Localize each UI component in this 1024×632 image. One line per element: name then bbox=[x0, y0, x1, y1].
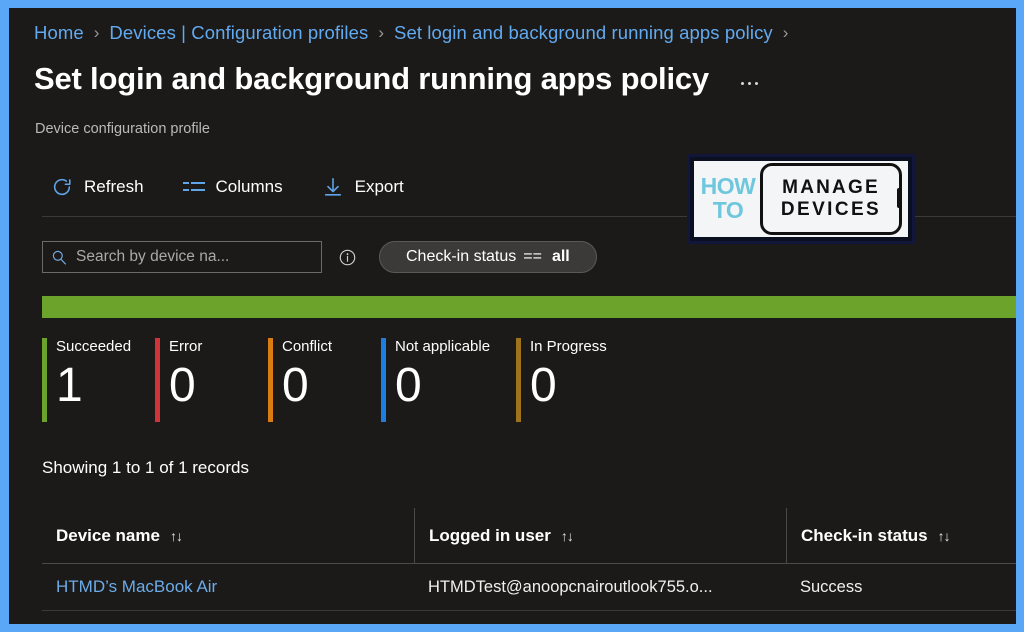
breadcrumb-item-policy[interactable]: Set login and background running apps po… bbox=[394, 22, 773, 44]
status-tile-color-bar bbox=[268, 338, 273, 422]
status-tile-label: In Progress bbox=[530, 338, 607, 355]
page-title: Set login and background running apps po… bbox=[34, 61, 709, 96]
breadcrumb-separator-icon: › bbox=[378, 23, 384, 42]
export-button[interactable]: Export bbox=[313, 169, 412, 205]
breadcrumb-separator-icon: › bbox=[93, 23, 100, 42]
export-button-label: Export bbox=[354, 177, 404, 196]
status-tile-not-applicable[interactable]: Not applicable 0 bbox=[381, 338, 516, 422]
filter-pill-field: Check-in status bbox=[406, 248, 517, 265]
filter-pill-operator: == bbox=[523, 248, 542, 265]
column-header-label: Logged in user bbox=[429, 525, 551, 545]
status-tile-value: 1 bbox=[56, 359, 83, 412]
status-tile-succeeded[interactable]: Succeeded 1 bbox=[42, 338, 155, 422]
status-tile-label: Conflict bbox=[282, 338, 333, 355]
logged-in-user-value: HTMDTest@anoopcnairoutlook755.o... bbox=[428, 577, 713, 596]
status-tile-color-bar bbox=[516, 338, 521, 422]
search-input[interactable]: Search by device na... bbox=[42, 241, 322, 273]
columns-button[interactable]: Columns bbox=[174, 169, 291, 205]
export-icon bbox=[321, 175, 345, 199]
page-subtitle: Device configuration profile bbox=[35, 121, 210, 137]
column-header-device-name[interactable]: Device name ↑↓ bbox=[42, 508, 414, 563]
search-icon bbox=[51, 249, 68, 266]
refresh-button-label: Refresh bbox=[84, 177, 144, 196]
filter-pill-value: all bbox=[551, 248, 570, 265]
more-commands-icon[interactable] bbox=[739, 78, 760, 89]
status-tile-value: 0 bbox=[169, 359, 196, 412]
info-icon[interactable] bbox=[338, 248, 357, 267]
status-summary-bar bbox=[42, 296, 1016, 318]
column-header-logged-in-user[interactable]: Logged in user ↑↓ bbox=[414, 508, 786, 563]
status-tile-color-bar bbox=[42, 338, 47, 422]
filter-bar: Search by device na... Check-in status =… bbox=[42, 240, 597, 274]
status-tile-label: Error bbox=[169, 338, 203, 355]
screenshot-frame: Home › Devices | Configuration profiles … bbox=[0, 0, 1024, 632]
sort-arrows-icon[interactable]: ↑↓ bbox=[170, 528, 183, 544]
status-tile-color-bar bbox=[381, 338, 386, 422]
logo-howto-text: HOW TO bbox=[700, 175, 756, 223]
intune-portal-screen: Home › Devices | Configuration profiles … bbox=[9, 8, 1016, 624]
search-input-placeholder: Search by device na... bbox=[76, 248, 230, 265]
status-tile-color-bar bbox=[155, 338, 160, 422]
sort-arrows-icon[interactable]: ↑↓ bbox=[938, 528, 951, 544]
columns-button-label: Columns bbox=[215, 177, 283, 196]
filter-pill-check-in-status[interactable]: Check-in status == all bbox=[379, 241, 597, 273]
refresh-button[interactable]: Refresh bbox=[42, 169, 152, 205]
cell-device-name: HTMD’s MacBook Air bbox=[42, 564, 414, 610]
status-tiles: Succeeded 1 Error 0 Conflict 0 Not appli… bbox=[42, 338, 651, 422]
howtomanagedevices-logo: HOW TO MANAGE DEVICES bbox=[687, 154, 915, 244]
logo-devices-label: DEVICES bbox=[780, 199, 882, 220]
status-tile-value: 0 bbox=[530, 359, 557, 412]
logo-manage-label: MANAGE bbox=[782, 177, 880, 198]
logo-how-label: HOW bbox=[700, 173, 756, 199]
breadcrumb-item-home[interactable]: Home bbox=[34, 22, 84, 44]
page-header: Set login and background running apps po… bbox=[34, 60, 760, 98]
sort-arrows-icon[interactable]: ↑↓ bbox=[561, 528, 574, 544]
column-header-label: Device name bbox=[56, 525, 160, 545]
logo-phone-outline-icon: MANAGE DEVICES bbox=[760, 163, 902, 235]
table-row[interactable]: HTMD’s MacBook Air HTMDTest@anoopcnairou… bbox=[42, 564, 1016, 611]
column-header-label: Check-in status bbox=[801, 525, 928, 545]
device-name-link[interactable]: HTMD’s MacBook Air bbox=[56, 577, 217, 597]
status-tile-value: 0 bbox=[282, 359, 309, 412]
check-in-status-value: Success bbox=[800, 577, 863, 596]
records-count-text: Showing 1 to 1 of 1 records bbox=[42, 458, 249, 477]
table-header-row: Device name ↑↓ Logged in user ↑↓ Check-i… bbox=[42, 508, 1016, 564]
cell-logged-in-user: HTMDTest@anoopcnairoutlook755.o... bbox=[414, 564, 786, 610]
logo-to-label: TO bbox=[712, 197, 744, 223]
status-tile-label: Not applicable bbox=[395, 338, 491, 355]
status-tile-in-progress[interactable]: In Progress 0 bbox=[516, 338, 651, 422]
status-tile-value: 0 bbox=[395, 359, 422, 412]
columns-icon bbox=[182, 175, 206, 199]
status-tile-label: Succeeded bbox=[56, 338, 132, 355]
cell-check-in-status: Success bbox=[786, 564, 1016, 610]
refresh-icon bbox=[50, 175, 74, 199]
breadcrumb-separator-icon: › bbox=[782, 23, 789, 42]
device-status-table: Device name ↑↓ Logged in user ↑↓ Check-i… bbox=[42, 508, 1016, 611]
status-tile-error[interactable]: Error 0 bbox=[155, 338, 268, 422]
breadcrumb: Home › Devices | Configuration profiles … bbox=[34, 20, 798, 46]
column-header-check-in-status[interactable]: Check-in status ↑↓ bbox=[786, 508, 1016, 563]
breadcrumb-item-devices-configuration-profiles[interactable]: Devices | Configuration profiles bbox=[109, 22, 368, 44]
status-tile-conflict[interactable]: Conflict 0 bbox=[268, 338, 381, 422]
command-bar: Refresh Columns Export bbox=[42, 167, 434, 207]
